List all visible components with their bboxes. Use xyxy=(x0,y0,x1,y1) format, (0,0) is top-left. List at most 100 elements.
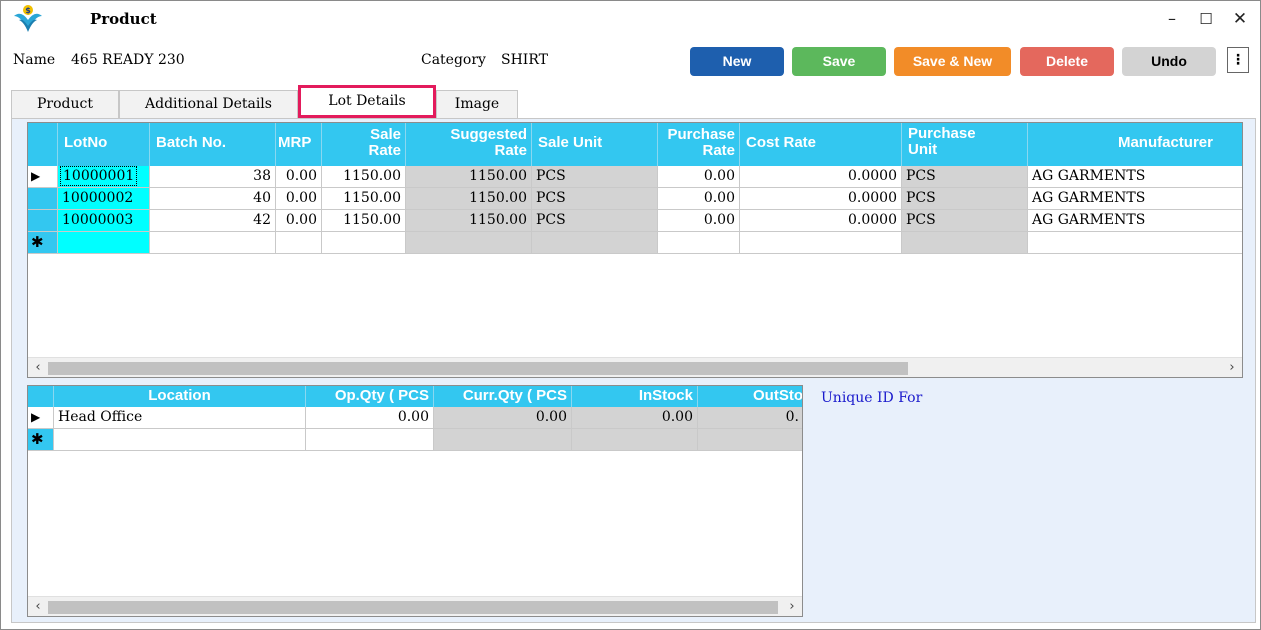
tab-additional-details[interactable]: Additional Details xyxy=(119,90,298,118)
lotno-cell[interactable]: 10000002 xyxy=(58,188,150,210)
scroll-thumb[interactable] xyxy=(48,601,778,614)
minimize-button[interactable]: – xyxy=(1157,7,1187,31)
mrp-cell[interactable] xyxy=(276,232,322,254)
sale-rate-cell[interactable] xyxy=(322,232,406,254)
location-grid-horizontal-scrollbar[interactable]: ‹ › xyxy=(28,596,802,616)
new-table-row[interactable]: ✱ xyxy=(28,232,1242,254)
scroll-right-icon[interactable]: › xyxy=(782,597,802,616)
purchase-unit-cell: PCS xyxy=(902,188,1028,210)
cost-rate-cell[interactable] xyxy=(740,232,902,254)
delete-button[interactable]: Delete xyxy=(1020,47,1114,76)
lotno-value: 10000001 xyxy=(60,166,138,186)
svg-text:$: $ xyxy=(25,6,31,15)
lot-details-grid[interactable]: LotNo Batch No. MRP Sale Rate Suggested … xyxy=(27,122,1243,378)
location-cell[interactable]: Head Office xyxy=(54,407,306,429)
location-grid[interactable]: Location Op.Qty ( PCS Curr.Qty ( PCS InS… xyxy=(27,385,803,617)
column-header-op-qty[interactable]: Op.Qty ( PCS xyxy=(306,386,434,407)
column-header-batch-no[interactable]: Batch No. xyxy=(150,123,276,166)
category-value: SHIRT xyxy=(501,52,548,68)
table-row[interactable]: ▶ 10000001 38 0.00 1150.00 1150.00 PCS 0… xyxy=(28,166,1242,188)
batch-no-cell[interactable]: 38 xyxy=(150,166,276,188)
purchase-rate-header-line2: Rate xyxy=(702,142,735,159)
row-header xyxy=(28,188,58,210)
more-options-button[interactable]: ⋮ xyxy=(1227,47,1249,73)
batch-no-cell[interactable] xyxy=(150,232,276,254)
column-header-curr-qty[interactable]: Curr.Qty ( PCS xyxy=(434,386,572,407)
column-header-outstock[interactable]: OutSto xyxy=(698,386,802,407)
mrp-cell[interactable]: 0.00 xyxy=(276,166,322,188)
batch-no-cell[interactable]: 40 xyxy=(150,188,276,210)
sale-unit-cell xyxy=(532,232,658,254)
scroll-left-icon[interactable]: ‹ xyxy=(28,597,48,616)
tab-product[interactable]: Product xyxy=(11,90,119,118)
sale-rate-header-line1: Sale xyxy=(370,126,401,143)
mrp-cell[interactable]: 0.00 xyxy=(276,188,322,210)
product-window: $ Product – ☐ ✕ Name 465 READY 230 Categ… xyxy=(0,0,1261,630)
cost-rate-cell[interactable]: 0.0000 xyxy=(740,166,902,188)
scroll-thumb[interactable] xyxy=(48,362,908,375)
table-row[interactable]: ▶ Head Office 0.00 0.00 0.00 0. xyxy=(28,407,802,429)
sale-rate-cell[interactable]: 1150.00 xyxy=(322,166,406,188)
purchase-unit-cell: PCS xyxy=(902,166,1028,188)
column-header-mrp[interactable]: MRP xyxy=(276,123,322,166)
column-header-suggested-rate[interactable]: Suggested Rate xyxy=(406,123,532,166)
close-button[interactable]: ✕ xyxy=(1225,7,1255,31)
location-cell[interactable] xyxy=(54,429,306,451)
new-button[interactable]: New xyxy=(690,47,784,76)
outstock-cell: 0. xyxy=(698,407,802,429)
suggested-rate-cell: 1150.00 xyxy=(406,166,532,188)
purchase-rate-header-line1: Purchase xyxy=(667,126,735,143)
save-button[interactable]: Save xyxy=(792,47,886,76)
purchase-rate-cell[interactable]: 0.00 xyxy=(658,210,740,232)
mrp-cell[interactable]: 0.00 xyxy=(276,210,322,232)
tab-image[interactable]: Image xyxy=(436,90,518,118)
purchase-unit-cell: PCS xyxy=(902,210,1028,232)
sale-rate-header-line2: Rate xyxy=(368,142,401,159)
current-row-indicator: ▶ xyxy=(28,166,58,188)
lotno-cell[interactable] xyxy=(58,232,150,254)
lot-grid-horizontal-scrollbar[interactable]: ‹ › xyxy=(28,357,1242,377)
column-header-cost-rate[interactable]: Cost Rate xyxy=(740,123,902,166)
manufacturer-cell[interactable]: AG GARMENTS xyxy=(1028,166,1242,188)
column-header-purchase-rate[interactable]: Purchase Rate xyxy=(658,123,740,166)
lotno-cell[interactable]: 10000003 xyxy=(58,210,150,232)
unique-id-label: Unique ID For xyxy=(821,390,923,406)
column-header-lotno[interactable]: LotNo xyxy=(58,123,150,166)
cost-rate-cell[interactable]: 0.0000 xyxy=(740,188,902,210)
purchase-rate-cell[interactable]: 0.00 xyxy=(658,188,740,210)
lotno-cell[interactable]: 10000001 xyxy=(58,166,150,188)
sale-unit-cell: PCS xyxy=(532,188,658,210)
column-header-location[interactable]: Location xyxy=(54,386,306,407)
sale-rate-cell[interactable]: 1150.00 xyxy=(322,188,406,210)
batch-no-cell[interactable]: 42 xyxy=(150,210,276,232)
save-and-new-button[interactable]: Save & New xyxy=(894,47,1011,76)
manufacturer-cell[interactable]: AG GARMENTS xyxy=(1028,188,1242,210)
suggested-rate-cell xyxy=(406,232,532,254)
current-row-indicator: ▶ xyxy=(28,407,54,429)
table-row[interactable]: 10000003 42 0.00 1150.00 1150.00 PCS 0.0… xyxy=(28,210,1242,232)
column-header-sale-rate[interactable]: Sale Rate xyxy=(322,123,406,166)
scroll-left-icon[interactable]: ‹ xyxy=(28,358,48,377)
tab-lot-details[interactable]: Lot Details xyxy=(298,85,436,118)
grid-corner-header xyxy=(28,386,54,407)
op-qty-cell[interactable]: 0.00 xyxy=(306,407,434,429)
suggested-rate-header-line1: Suggested xyxy=(450,126,527,143)
purchase-rate-cell[interactable] xyxy=(658,232,740,254)
column-header-instock[interactable]: InStock xyxy=(572,386,698,407)
manufacturer-cell[interactable] xyxy=(1028,232,1242,254)
manufacturer-cell[interactable]: AG GARMENTS xyxy=(1028,210,1242,232)
cost-rate-cell[interactable]: 0.0000 xyxy=(740,210,902,232)
sale-rate-cell[interactable]: 1150.00 xyxy=(322,210,406,232)
new-table-row[interactable]: ✱ xyxy=(28,429,802,451)
column-header-manufacturer[interactable]: Manufacturer xyxy=(1028,123,1242,166)
maximize-button[interactable]: ☐ xyxy=(1191,7,1221,31)
scroll-right-icon[interactable]: › xyxy=(1222,358,1242,377)
purchase-rate-cell[interactable]: 0.00 xyxy=(658,166,740,188)
table-row[interactable]: 10000002 40 0.00 1150.00 1150.00 PCS 0.0… xyxy=(28,188,1242,210)
undo-button[interactable]: Undo xyxy=(1122,47,1216,76)
sale-unit-cell: PCS xyxy=(532,210,658,232)
suggested-rate-cell: 1150.00 xyxy=(406,210,532,232)
column-header-purchase-unit[interactable]: Purchase Unit xyxy=(902,123,1028,166)
column-header-sale-unit[interactable]: Sale Unit xyxy=(532,123,658,166)
op-qty-cell[interactable] xyxy=(306,429,434,451)
